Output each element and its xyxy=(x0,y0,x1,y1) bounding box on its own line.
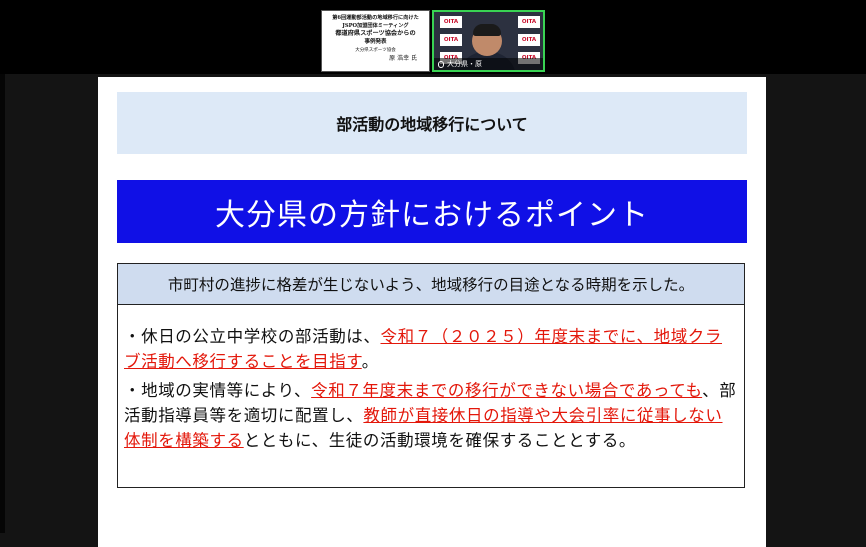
backdrop-logo: OITA xyxy=(440,16,462,28)
bullet-text: とともに、生徒の活動環境を確保することとする。 xyxy=(243,431,637,450)
thumbnail-slide-text: 第6回運動部活動の地域移行に向けた JSPO加盟団体ミーティング 都道府県スポー… xyxy=(326,14,425,63)
bullet-item: ・休日の公立中学校の部活動は、令和７（２０２５）年度末までに、地域クラブ活動へ移… xyxy=(124,324,739,374)
backdrop-logo: OITA xyxy=(440,34,462,46)
thumbnail-line: 原 浩幸 氏 xyxy=(389,55,417,62)
backdrop-logo: OITA xyxy=(518,34,540,46)
slide-heading: 部活動の地域移行について xyxy=(336,115,528,134)
bullet-text: 。 xyxy=(361,352,379,371)
speaker-name-label: 大分県・原 xyxy=(434,58,543,70)
backdrop-logo: OITA xyxy=(518,16,540,28)
bullet-highlight: 令和７年度末までの移行ができない場合であっても xyxy=(311,381,703,400)
left-edge-shade xyxy=(0,74,5,533)
shared-slide-thumbnail[interactable]: 第6回運動部活動の地域移行に向けた JSPO加盟団体ミーティング 都道府県スポー… xyxy=(321,10,430,72)
slide-banner: 大分県の方針におけるポイント xyxy=(117,180,747,243)
bullet-item: ・地域の実情等により、令和７年度末までの移行ができない場合であっても、部活動指導… xyxy=(124,378,739,453)
presentation-slide: 部活動の地域移行について 大分県の方針におけるポイント 市町村の進捗に格差が生じ… xyxy=(98,77,766,547)
policy-point-box: 市町村の進捗に格差が生じないよう、地域移行の目途となる時期を示した。 ・休日の公… xyxy=(117,263,745,488)
speaker-name: 大分県・原 xyxy=(447,60,482,68)
thumbnail-line: JSPO加盟団体ミーティング xyxy=(342,23,409,29)
speaker-video-tile[interactable]: OITA OITA OITA OITA OITA OITA 大分県・原 xyxy=(432,10,545,72)
microphone-icon xyxy=(438,60,444,68)
thumbnail-line: 都道府県スポーツ協会からの xyxy=(335,30,416,37)
speaker-hair xyxy=(473,24,501,36)
slide-heading-box: 部活動の地域移行について xyxy=(117,92,747,154)
thumbnail-line: 大分県スポーツ協会 xyxy=(355,48,396,53)
banner-title: 大分県の方針におけるポイント xyxy=(215,197,649,233)
bullet-text: ・地域の実情等により、 xyxy=(124,381,312,400)
bullet-text: ・休日の公立中学校の部活動は、 xyxy=(124,327,381,346)
thumbnail-line: 第6回運動部活動の地域移行に向けた xyxy=(332,15,419,21)
thumbnail-line: 事例発表 xyxy=(364,39,387,45)
policy-bullets: ・休日の公立中学校の部活動は、令和７（２０２５）年度末までに、地域クラブ活動へ移… xyxy=(118,305,744,453)
point-header: 市町村の進捗に格差が生じないよう、地域移行の目途となる時期を示した。 xyxy=(118,264,744,305)
